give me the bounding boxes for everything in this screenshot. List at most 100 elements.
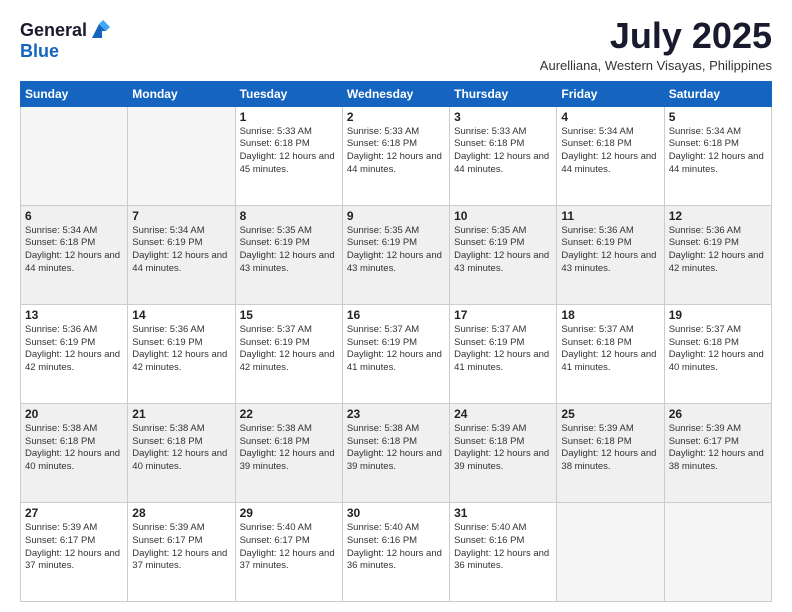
day-info: Sunrise: 5:39 AM Sunset: 6:18 PM Dayligh… xyxy=(454,423,552,474)
day-number: 28 xyxy=(132,506,230,520)
header-monday: Monday xyxy=(128,81,235,106)
day-number: 15 xyxy=(240,308,338,322)
calendar-week-row: 13 Sunrise: 5:36 AM Sunset: 6:19 PM Dayli… xyxy=(21,304,772,403)
logo-icon xyxy=(88,20,110,42)
calendar-day: 14Sunrise: 5:36 AM Sunset: 6:19 PM Dayli… xyxy=(128,304,235,403)
day-info: Sunrise: 5:35 AM Sunset: 6:19 PM Dayligh… xyxy=(454,225,552,276)
calendar-day: 28 Sunrise: 5:39 AM Sunset: 6:17 PM Dayli… xyxy=(128,502,235,601)
day-number: 10 xyxy=(454,209,552,223)
logo: General Blue xyxy=(20,20,111,62)
calendar-day: 6 Sunrise: 5:34 AM Sunset: 6:18 PM Daylig… xyxy=(21,205,128,304)
calendar-day: 4Sunrise: 5:34 AM Sunset: 6:18 PM Daylig… xyxy=(557,106,664,205)
calendar-day: 22 Sunrise: 5:38 AM Sunset: 6:18 PM Dayli… xyxy=(235,403,342,502)
calendar-day: 8 Sunrise: 5:35 AM Sunset: 6:19 PM Daylig… xyxy=(235,205,342,304)
day-number: 23 xyxy=(347,407,445,421)
day-info: Sunrise: 5:34 AM Sunset: 6:18 PM Dayligh… xyxy=(25,225,123,276)
day-info: Sunrise: 5:35 AM Sunset: 6:19 PM Dayligh… xyxy=(240,225,338,276)
day-number: 26 xyxy=(669,407,767,421)
day-info: Sunrise: 5:38 AM Sunset: 6:18 PM Dayligh… xyxy=(25,423,123,474)
calendar-day: 18 Sunrise: 5:37 AM Sunset: 6:18 PM Dayli… xyxy=(557,304,664,403)
day-info: Sunrise: 5:35 AM Sunset: 6:19 PM Dayligh… xyxy=(347,225,445,276)
day-info: Sunrise: 5:34 AM Sunset: 6:19 PM Dayligh… xyxy=(132,225,230,276)
day-info: Sunrise: 5:39 AM Sunset: 6:17 PM Dayligh… xyxy=(25,522,123,573)
day-number: 14 xyxy=(132,308,230,322)
day-info: Sunrise: 5:39 AM Sunset: 6:17 PM Dayligh… xyxy=(669,423,767,474)
day-info: Sunrise: 5:38 AM Sunset: 6:18 PM Dayligh… xyxy=(240,423,338,474)
day-number: 29 xyxy=(240,506,338,520)
day-info: Sunrise: 5:37 AM Sunset: 6:18 PM Dayligh… xyxy=(561,324,659,375)
calendar-day: 15Sunrise: 5:37 AM Sunset: 6:19 PM Dayli… xyxy=(235,304,342,403)
calendar-week-row: 6 Sunrise: 5:34 AM Sunset: 6:18 PM Daylig… xyxy=(21,205,772,304)
month-title: July 2025 xyxy=(540,16,772,56)
day-number: 20 xyxy=(25,407,123,421)
header-wednesday: Wednesday xyxy=(342,81,449,106)
calendar-day: 19Sunrise: 5:37 AM Sunset: 6:18 PM Dayli… xyxy=(664,304,771,403)
calendar-day: 27 Sunrise: 5:39 AM Sunset: 6:17 PM Dayli… xyxy=(21,502,128,601)
logo-blue: Blue xyxy=(20,41,59,61)
calendar-week-row: 1 Sunrise: 5:33 AM Sunset: 6:18 PM Daylig… xyxy=(21,106,772,205)
calendar-day: 12Sunrise: 5:36 AM Sunset: 6:19 PM Dayli… xyxy=(664,205,771,304)
day-number: 13 xyxy=(25,308,123,322)
day-info: Sunrise: 5:37 AM Sunset: 6:19 PM Dayligh… xyxy=(347,324,445,375)
location-subtitle: Aurelliana, Western Visayas, Philippines xyxy=(540,58,772,73)
day-number: 31 xyxy=(454,506,552,520)
day-number: 8 xyxy=(240,209,338,223)
day-number: 1 xyxy=(240,110,338,124)
page: General Blue July 2025 Aurelliana, Weste… xyxy=(0,0,792,612)
calendar-day xyxy=(21,106,128,205)
day-number: 22 xyxy=(240,407,338,421)
calendar-day: 17Sunrise: 5:37 AM Sunset: 6:19 PM Dayli… xyxy=(450,304,557,403)
calendar-day: 3 Sunrise: 5:33 AM Sunset: 6:18 PM Daylig… xyxy=(450,106,557,205)
weekday-header-row: Sunday Monday Tuesday Wednesday Thursday… xyxy=(21,81,772,106)
day-number: 30 xyxy=(347,506,445,520)
day-number: 9 xyxy=(347,209,445,223)
day-number: 19 xyxy=(669,308,767,322)
calendar-day: 13 Sunrise: 5:36 AM Sunset: 6:19 PM Dayli… xyxy=(21,304,128,403)
header-thursday: Thursday xyxy=(450,81,557,106)
header-tuesday: Tuesday xyxy=(235,81,342,106)
day-number: 2 xyxy=(347,110,445,124)
day-info: Sunrise: 5:36 AM Sunset: 6:19 PM Dayligh… xyxy=(561,225,659,276)
day-number: 24 xyxy=(454,407,552,421)
day-info: Sunrise: 5:33 AM Sunset: 6:18 PM Dayligh… xyxy=(454,126,552,177)
calendar-week-row: 20 Sunrise: 5:38 AM Sunset: 6:18 PM Dayli… xyxy=(21,403,772,502)
day-info: Sunrise: 5:36 AM Sunset: 6:19 PM Dayligh… xyxy=(25,324,123,375)
calendar-day: 5 Sunrise: 5:34 AM Sunset: 6:18 PM Daylig… xyxy=(664,106,771,205)
calendar-day: 2Sunrise: 5:33 AM Sunset: 6:18 PM Daylig… xyxy=(342,106,449,205)
day-number: 11 xyxy=(561,209,659,223)
calendar-day: 10 Sunrise: 5:35 AM Sunset: 6:19 PM Dayli… xyxy=(450,205,557,304)
day-number: 21 xyxy=(132,407,230,421)
day-number: 25 xyxy=(561,407,659,421)
day-number: 6 xyxy=(25,209,123,223)
day-number: 12 xyxy=(669,209,767,223)
day-number: 17 xyxy=(454,308,552,322)
calendar-day: 16 Sunrise: 5:37 AM Sunset: 6:19 PM Dayli… xyxy=(342,304,449,403)
day-info: Sunrise: 5:40 AM Sunset: 6:16 PM Dayligh… xyxy=(454,522,552,573)
calendar-day: 20 Sunrise: 5:38 AM Sunset: 6:18 PM Dayli… xyxy=(21,403,128,502)
day-number: 27 xyxy=(25,506,123,520)
day-info: Sunrise: 5:38 AM Sunset: 6:18 PM Dayligh… xyxy=(132,423,230,474)
day-number: 5 xyxy=(669,110,767,124)
calendar-day: 26 Sunrise: 5:39 AM Sunset: 6:17 PM Dayli… xyxy=(664,403,771,502)
header-friday: Friday xyxy=(557,81,664,106)
day-info: Sunrise: 5:40 AM Sunset: 6:17 PM Dayligh… xyxy=(240,522,338,573)
calendar-day xyxy=(664,502,771,601)
day-info: Sunrise: 5:34 AM Sunset: 6:18 PM Dayligh… xyxy=(669,126,767,177)
calendar-day: 30Sunrise: 5:40 AM Sunset: 6:16 PM Dayli… xyxy=(342,502,449,601)
day-info: Sunrise: 5:33 AM Sunset: 6:18 PM Dayligh… xyxy=(240,126,338,177)
calendar-day xyxy=(128,106,235,205)
day-info: Sunrise: 5:39 AM Sunset: 6:17 PM Dayligh… xyxy=(132,522,230,573)
calendar-day: 7Sunrise: 5:34 AM Sunset: 6:19 PM Daylig… xyxy=(128,205,235,304)
header-saturday: Saturday xyxy=(664,81,771,106)
calendar-day xyxy=(557,502,664,601)
calendar-day: 9 Sunrise: 5:35 AM Sunset: 6:19 PM Daylig… xyxy=(342,205,449,304)
day-number: 18 xyxy=(561,308,659,322)
calendar-day: 25 Sunrise: 5:39 AM Sunset: 6:18 PM Dayli… xyxy=(557,403,664,502)
day-number: 3 xyxy=(454,110,552,124)
title-section: July 2025 Aurelliana, Western Visayas, P… xyxy=(540,16,772,73)
day-info: Sunrise: 5:39 AM Sunset: 6:18 PM Dayligh… xyxy=(561,423,659,474)
day-number: 16 xyxy=(347,308,445,322)
logo-general: General xyxy=(20,20,87,40)
day-number: 4 xyxy=(561,110,659,124)
day-info: Sunrise: 5:38 AM Sunset: 6:18 PM Dayligh… xyxy=(347,423,445,474)
